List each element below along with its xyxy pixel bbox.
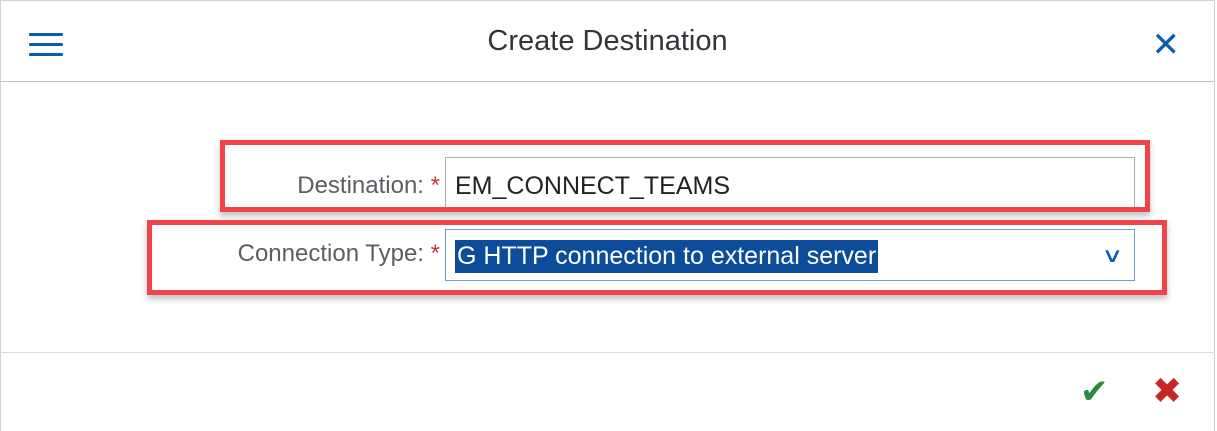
close-icon[interactable]: ✕ [1152, 25, 1181, 65]
checkmark-icon[interactable]: ✔ [1080, 372, 1109, 412]
connection-type-value: G HTTP connection to external server [455, 240, 879, 273]
connection-type-select[interactable]: G HTTP connection to external server ∨ [445, 229, 1135, 281]
chevron-down-icon[interactable]: ∨ [1102, 243, 1124, 268]
destination-input[interactable]: EM_CONNECT_TEAMS [445, 157, 1135, 209]
destination-label: Destination: * [297, 172, 440, 199]
footer-divider [0, 352, 1215, 353]
cancel-x-icon[interactable]: ✖ [1152, 370, 1182, 412]
connection-type-label: Connection Type: * [237, 240, 440, 267]
dialog-header: Create Destination ✕ [0, 0, 1215, 82]
dialog-title: Create Destination [487, 25, 728, 57]
